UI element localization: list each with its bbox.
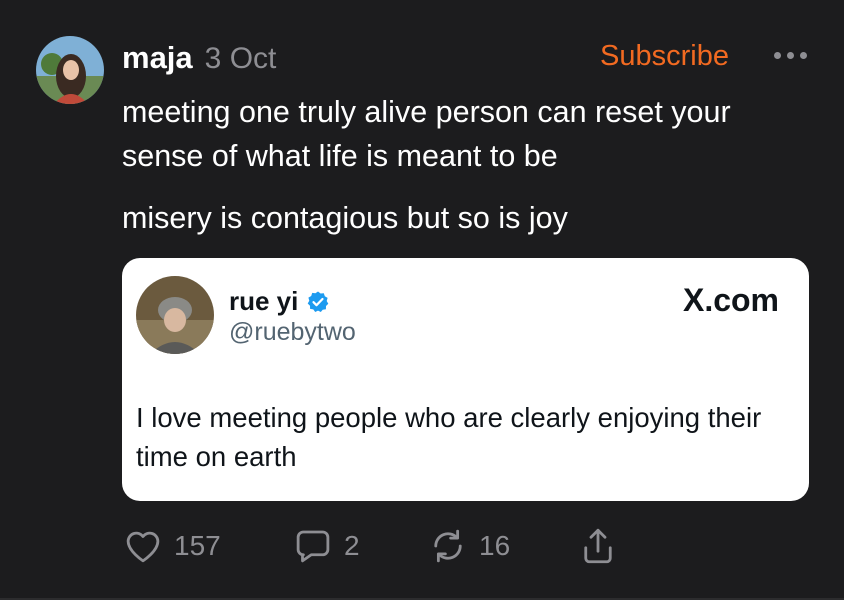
repost-count: 16 bbox=[479, 530, 511, 561]
like-count: 157 bbox=[174, 530, 221, 561]
ellipsis-icon bbox=[774, 52, 781, 59]
subscribe-button[interactable]: Subscribe bbox=[600, 40, 729, 73]
comment-icon bbox=[296, 530, 330, 563]
share-button[interactable] bbox=[577, 525, 619, 567]
author-avatar[interactable] bbox=[36, 36, 104, 104]
share-icon bbox=[584, 528, 612, 564]
more-options-button[interactable] bbox=[774, 52, 807, 59]
repost-button[interactable]: 16 bbox=[427, 525, 577, 567]
post-date: 3 Oct bbox=[204, 42, 277, 75]
quoted-author-handle: @ruebytwo bbox=[229, 318, 356, 346]
post-header: maja 3 Oct bbox=[122, 40, 276, 80]
action-bar: 157 2 16 bbox=[122, 524, 619, 568]
author-name[interactable]: maja bbox=[122, 40, 193, 76]
quoted-author-name: rue yi bbox=[229, 286, 299, 316]
reply-count: 2 bbox=[344, 530, 360, 561]
quote-source-label: X.com bbox=[682, 282, 779, 318]
quoted-author-avatar bbox=[136, 276, 214, 354]
repost-icon bbox=[434, 529, 462, 563]
heart-icon bbox=[126, 531, 160, 563]
verified-badge-icon bbox=[308, 291, 329, 312]
quoted-post-card[interactable]: rue yi @ruebytwo X.com I love meeting pe… bbox=[122, 258, 809, 501]
ellipsis-icon bbox=[800, 52, 807, 59]
post: maja 3 Oct Subscribe meeting one truly a… bbox=[0, 0, 844, 600]
reply-button[interactable]: 2 bbox=[292, 525, 427, 567]
quoted-author-row: rue yi bbox=[229, 286, 330, 317]
ellipsis-icon bbox=[787, 52, 794, 59]
like-button[interactable]: 157 bbox=[122, 525, 292, 567]
post-paragraph: meeting one truly alive person can reset… bbox=[122, 95, 731, 173]
post-paragraph: misery is contagious but so is joy bbox=[122, 201, 568, 235]
quoted-post-text: I love meeting people who are clearly en… bbox=[136, 402, 762, 472]
